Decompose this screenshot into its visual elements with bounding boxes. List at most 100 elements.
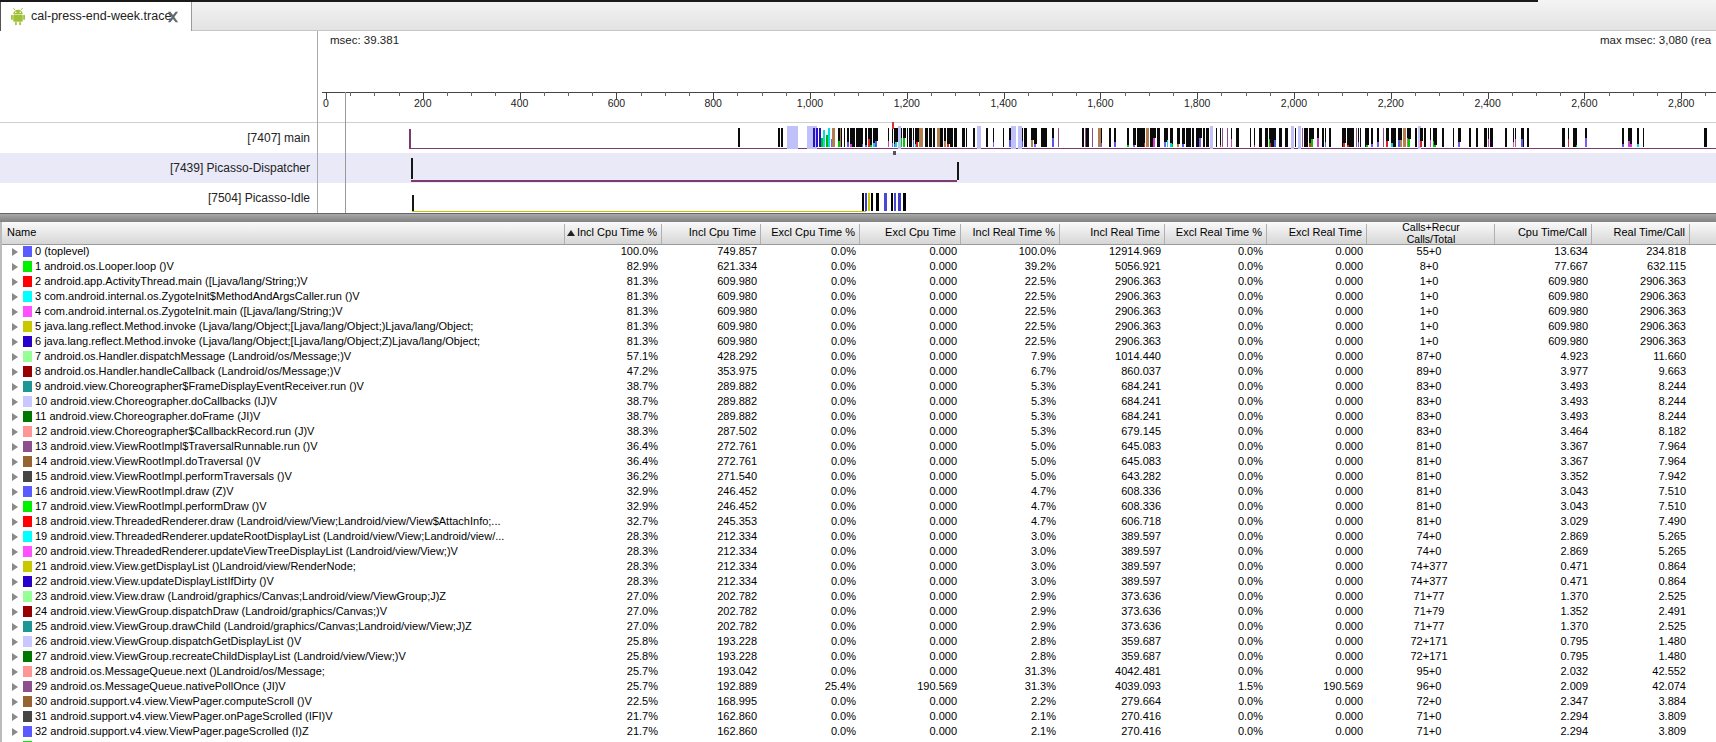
table-row[interactable]: 29 android.os.MessageQueue.nativePollOnc…: [2, 679, 1716, 694]
method-name: 7 android.os.Handler.dispatchMessage (La…: [35, 350, 563, 362]
table-row[interactable]: 26 android.view.ViewGroup.dispatchGetDis…: [2, 634, 1716, 649]
cell-excl-real-time-: 0.0%: [1165, 395, 1263, 407]
expand-icon[interactable]: [12, 548, 18, 556]
table-row[interactable]: 16 android.view.ViewRootImpl.draw (Z)V32…: [2, 484, 1716, 499]
trace-bar: [1469, 128, 1471, 147]
column-header-excl-real-time[interactable]: Excl Real Time: [1267, 222, 1366, 244]
column-header-incl-cpu-time-[interactable]: Incl Cpu Time %: [565, 222, 661, 244]
cell-incl-real-time-: 5.0%: [961, 440, 1056, 452]
expand-icon[interactable]: [12, 533, 18, 541]
table-row[interactable]: 11 android.view.Choreographer.doFrame (J…: [2, 409, 1716, 424]
table-row[interactable]: 23 android.view.View.draw (Landroid/grap…: [2, 589, 1716, 604]
cell-incl-cpu-time: 202.782: [662, 590, 757, 602]
table-row[interactable]: 28 android.os.MessageQueue.next ()Landro…: [2, 664, 1716, 679]
table-row[interactable]: 1 android.os.Looper.loop ()V82.9%621.334…: [2, 259, 1716, 274]
table-row[interactable]: 31 android.support.v4.view.ViewPager.onP…: [2, 709, 1716, 724]
timeline-panel[interactable]: [7407] main[7439] Picasso-Dispatcher[750…: [0, 31, 1716, 213]
expand-icon[interactable]: [12, 698, 18, 706]
table-row[interactable]: 5 java.lang.reflect.Method.invoke (Ljava…: [2, 319, 1716, 334]
cell-excl-real-time: 0.000: [1267, 695, 1363, 707]
expand-icon[interactable]: [12, 308, 18, 316]
trace-bar: [1274, 140, 1276, 147]
table-row[interactable]: 17 android.view.ViewRootImpl.performDraw…: [2, 499, 1716, 514]
column-header-calls-recur-calls-total[interactable]: Calls+RecurCalls/Total: [1367, 222, 1494, 244]
trace-file-tab[interactable]: cal-press-end-week.trace: [0, 2, 192, 31]
table-row[interactable]: 0 (toplevel)100.0%749.8570.0%0.000100.0%…: [2, 244, 1716, 259]
column-header-excl-real-time-[interactable]: Excl Real Time %: [1165, 222, 1266, 244]
expand-icon[interactable]: [12, 353, 18, 361]
column-header-excl-cpu-time-[interactable]: Excl Cpu Time %: [761, 222, 859, 244]
expand-icon[interactable]: [12, 713, 18, 721]
expand-icon[interactable]: [12, 278, 18, 286]
table-row[interactable]: 12 android.view.Choreographer$CallbackRe…: [2, 424, 1716, 439]
expand-icon[interactable]: [12, 383, 18, 391]
table-row[interactable]: 19 android.view.ThreadedRenderer.updateR…: [2, 529, 1716, 544]
cell-excl-cpu-time: 0.000: [860, 440, 957, 452]
expand-icon[interactable]: [12, 458, 18, 466]
expand-icon[interactable]: [12, 653, 18, 661]
column-header-incl-real-time-[interactable]: Incl Real Time %: [961, 222, 1059, 244]
expand-icon[interactable]: [12, 503, 18, 511]
expand-icon[interactable]: [12, 263, 18, 271]
column-header-excl-cpu-time[interactable]: Excl Cpu Time: [860, 222, 960, 244]
table-row[interactable]: 13 android.view.ViewRootImpl$TraversalRu…: [2, 439, 1716, 454]
method-color-chip: [23, 666, 32, 677]
table-row[interactable]: 18 android.view.ThreadedRenderer.draw (L…: [2, 514, 1716, 529]
table-row[interactable]: 10 android.view.Choreographer.doCallback…: [2, 394, 1716, 409]
expand-icon[interactable]: [12, 683, 18, 691]
expand-icon[interactable]: [12, 338, 18, 346]
table-row[interactable]: 14 android.view.ViewRootImpl.doTraversal…: [2, 454, 1716, 469]
expand-icon[interactable]: [12, 518, 18, 526]
table-row[interactable]: 22 android.view.View.updateDisplayListIf…: [2, 574, 1716, 589]
table-row[interactable]: 27 android.view.ViewGroup.recreateChildD…: [2, 649, 1716, 664]
trace-bar: [888, 141, 889, 147]
table-row[interactable]: 3 com.android.internal.os.ZygoteInit$Met…: [2, 289, 1716, 304]
table-row[interactable]: 7 android.os.Handler.dispatchMessage (La…: [2, 349, 1716, 364]
table-row[interactable]: 6 java.lang.reflect.Method.invoke (Ljava…: [2, 334, 1716, 349]
trace-bar: [1458, 128, 1461, 142]
expand-icon[interactable]: [12, 638, 18, 646]
column-header-incl-cpu-time[interactable]: Incl Cpu Time: [662, 222, 760, 244]
column-header-cpu-time-call[interactable]: Cpu Time/Call: [1495, 222, 1591, 244]
expand-icon[interactable]: [12, 293, 18, 301]
expand-icon[interactable]: [12, 578, 18, 586]
trace-bar: [778, 128, 780, 147]
expand-icon[interactable]: [12, 473, 18, 481]
table-row[interactable]: 25 android.view.ViewGroup.drawChild (Lan…: [2, 619, 1716, 634]
table-row[interactable]: 9 android.view.Choreographer$FrameDispla…: [2, 379, 1716, 394]
expand-icon[interactable]: [12, 563, 18, 571]
cell-excl-real-time-: 0.0%: [1165, 665, 1263, 677]
table-row[interactable]: 32 android.support.v4.view.ViewPager.pag…: [2, 724, 1716, 739]
expand-icon[interactable]: [12, 413, 18, 421]
table-row[interactable]: 2 android.app.ActivityThread.main ([Ljav…: [2, 274, 1716, 289]
table-row[interactable]: 24 android.view.ViewGroup.dispatchDraw (…: [2, 604, 1716, 619]
close-icon[interactable]: [167, 11, 179, 23]
table-row[interactable]: 21 android.view.View.getDisplayList ()La…: [2, 559, 1716, 574]
ruler-label: 1,000: [780, 97, 840, 109]
expand-icon[interactable]: [12, 323, 18, 331]
expand-icon[interactable]: [12, 668, 18, 676]
expand-icon[interactable]: [12, 728, 18, 736]
expand-icon[interactable]: [12, 593, 18, 601]
idle-start-tick: [412, 195, 414, 211]
table-row[interactable]: 15 android.view.ViewRootImpl.performTrav…: [2, 469, 1716, 484]
table-row[interactable]: 30 android.support.v4.view.ViewPager.com…: [2, 694, 1716, 709]
cell-excl-cpu-time-: 0.0%: [761, 260, 856, 272]
expand-icon[interactable]: [12, 488, 18, 496]
expand-icon[interactable]: [12, 623, 18, 631]
column-header-real-time-call[interactable]: Real Time/Call: [1592, 222, 1689, 244]
expand-icon[interactable]: [12, 608, 18, 616]
expand-icon[interactable]: [12, 428, 18, 436]
method-name: 22 android.view.View.updateDisplayListIf…: [35, 575, 563, 587]
table-row[interactable]: 8 android.os.Handler.handleCallback (Lan…: [2, 364, 1716, 379]
column-header-incl-real-time[interactable]: Incl Real Time: [1060, 222, 1164, 244]
table-row[interactable]: 20 android.view.ThreadedRenderer.updateV…: [2, 544, 1716, 559]
expand-icon[interactable]: [12, 248, 18, 256]
expand-icon[interactable]: [12, 398, 18, 406]
method-name: 4 com.android.internal.os.ZygoteInit.mai…: [35, 305, 563, 317]
cell-incl-cpu-time-: 21.7%: [565, 710, 658, 722]
expand-icon[interactable]: [12, 443, 18, 451]
column-header-name[interactable]: Name: [2, 222, 564, 244]
table-row[interactable]: 4 com.android.internal.os.ZygoteInit.mai…: [2, 304, 1716, 319]
expand-icon[interactable]: [12, 368, 18, 376]
